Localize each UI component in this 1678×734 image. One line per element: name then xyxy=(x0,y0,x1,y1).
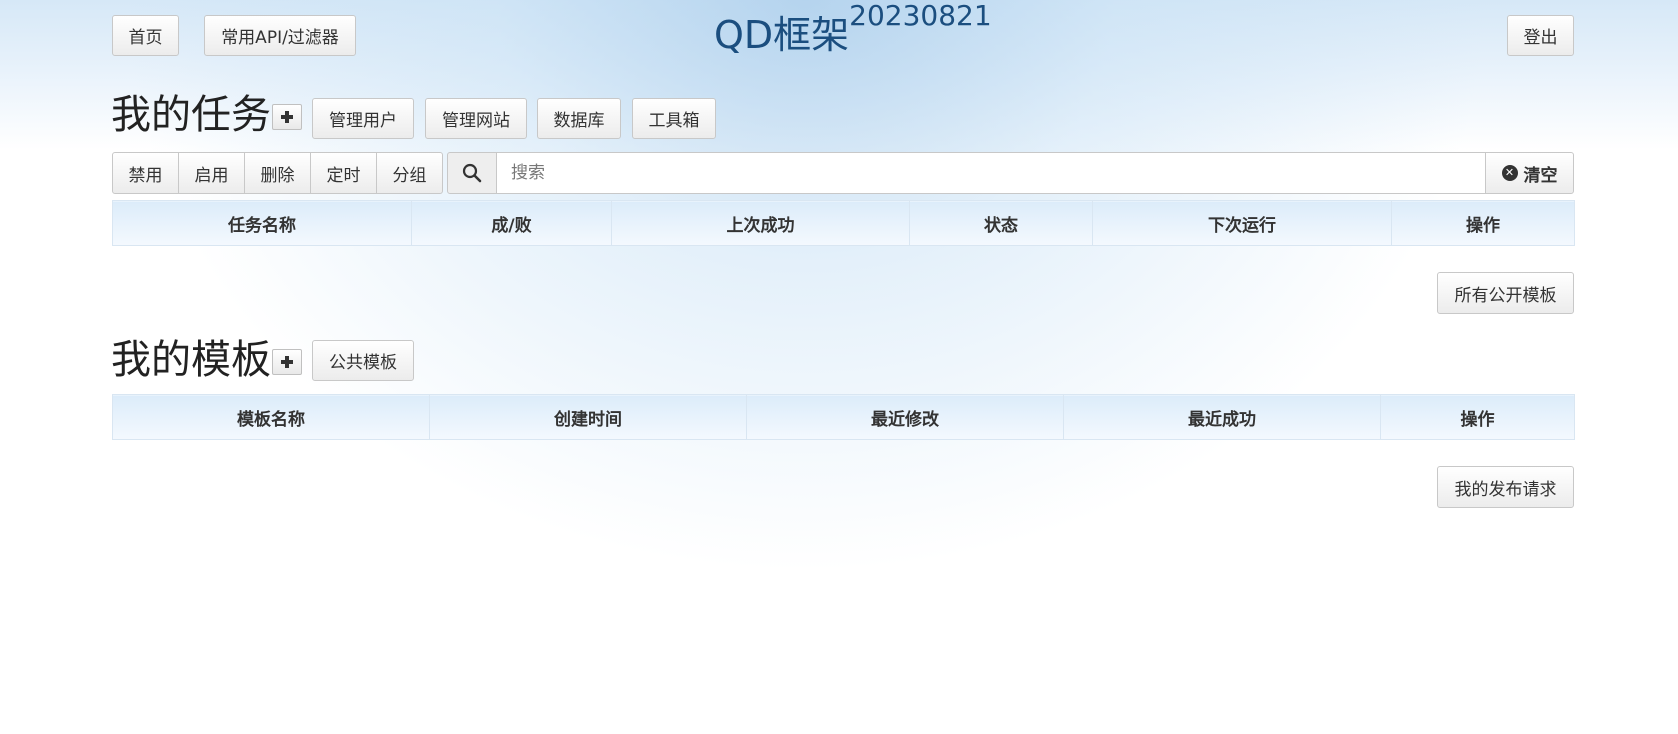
manage-users-button[interactable]: 管理用户 xyxy=(312,98,414,139)
clear-icon: ✕ xyxy=(1501,165,1518,181)
app-title: QD框架 xyxy=(714,13,850,57)
plus-icon xyxy=(281,111,293,123)
delete-button[interactable]: 删除 xyxy=(244,152,311,194)
public-templates-button[interactable]: 公共模板 xyxy=(312,340,414,381)
clear-button[interactable]: ✕ 清空 xyxy=(1485,152,1574,194)
col-template-name[interactable]: 模板名称 xyxy=(112,394,430,440)
group-button[interactable]: 分组 xyxy=(376,152,443,194)
toolbox-button[interactable]: 工具箱 xyxy=(632,98,716,139)
logout-button[interactable]: 登出 xyxy=(1507,15,1574,56)
add-template-button[interactable] xyxy=(272,349,302,375)
page-title: QD框架20230821 xyxy=(714,2,992,62)
task-action-group: 禁用 启用 删除 定时 分组 xyxy=(112,152,443,194)
enable-button[interactable]: 启用 xyxy=(178,152,245,194)
search-input[interactable] xyxy=(497,152,1485,194)
my-publish-requests-button[interactable]: 我的发布请求 xyxy=(1437,466,1574,508)
col-last-success[interactable]: 最近成功 xyxy=(1063,394,1381,440)
col-created-time[interactable]: 创建时间 xyxy=(429,394,747,440)
clear-label: 清空 xyxy=(1523,165,1558,186)
search-icon xyxy=(462,163,482,183)
col-last-modified[interactable]: 最近修改 xyxy=(746,394,1064,440)
api-filter-button[interactable]: 常用API/过滤器 xyxy=(204,15,356,56)
version-label: 20230821 xyxy=(849,0,992,32)
search-addon xyxy=(447,152,497,194)
col-status[interactable]: 状态 xyxy=(909,200,1093,246)
col-next-run[interactable]: 下次运行 xyxy=(1092,200,1392,246)
manage-sites-button[interactable]: 管理网站 xyxy=(425,98,527,139)
add-task-button[interactable] xyxy=(272,104,302,130)
disable-button[interactable]: 禁用 xyxy=(112,152,179,194)
templates-table-header: 模板名称 创建时间 最近修改 最近成功 操作 xyxy=(112,394,1575,440)
plus-icon xyxy=(281,356,293,368)
tasks-table-header: 任务名称 成/败 上次成功 状态 下次运行 操作 xyxy=(112,200,1575,246)
schedule-button[interactable]: 定时 xyxy=(310,152,377,194)
col-actions: 操作 xyxy=(1380,394,1575,440)
col-last-success[interactable]: 上次成功 xyxy=(611,200,910,246)
col-task-name[interactable]: 任务名称 xyxy=(112,200,412,246)
tasks-table: 任务名称 成/败 上次成功 状态 下次运行 操作 xyxy=(112,200,1575,246)
col-success-fail[interactable]: 成/败 xyxy=(411,200,612,246)
templates-table: 模板名称 创建时间 最近修改 最近成功 操作 xyxy=(112,394,1575,440)
all-public-templates-button[interactable]: 所有公开模板 xyxy=(1437,272,1574,314)
tasks-heading: 我的任务 xyxy=(111,92,271,138)
col-actions: 操作 xyxy=(1391,200,1575,246)
search-bar: ✕ 清空 xyxy=(447,152,1574,194)
home-button[interactable]: 首页 xyxy=(112,15,179,56)
database-button[interactable]: 数据库 xyxy=(537,98,621,139)
templates-heading: 我的模板 xyxy=(111,337,271,383)
